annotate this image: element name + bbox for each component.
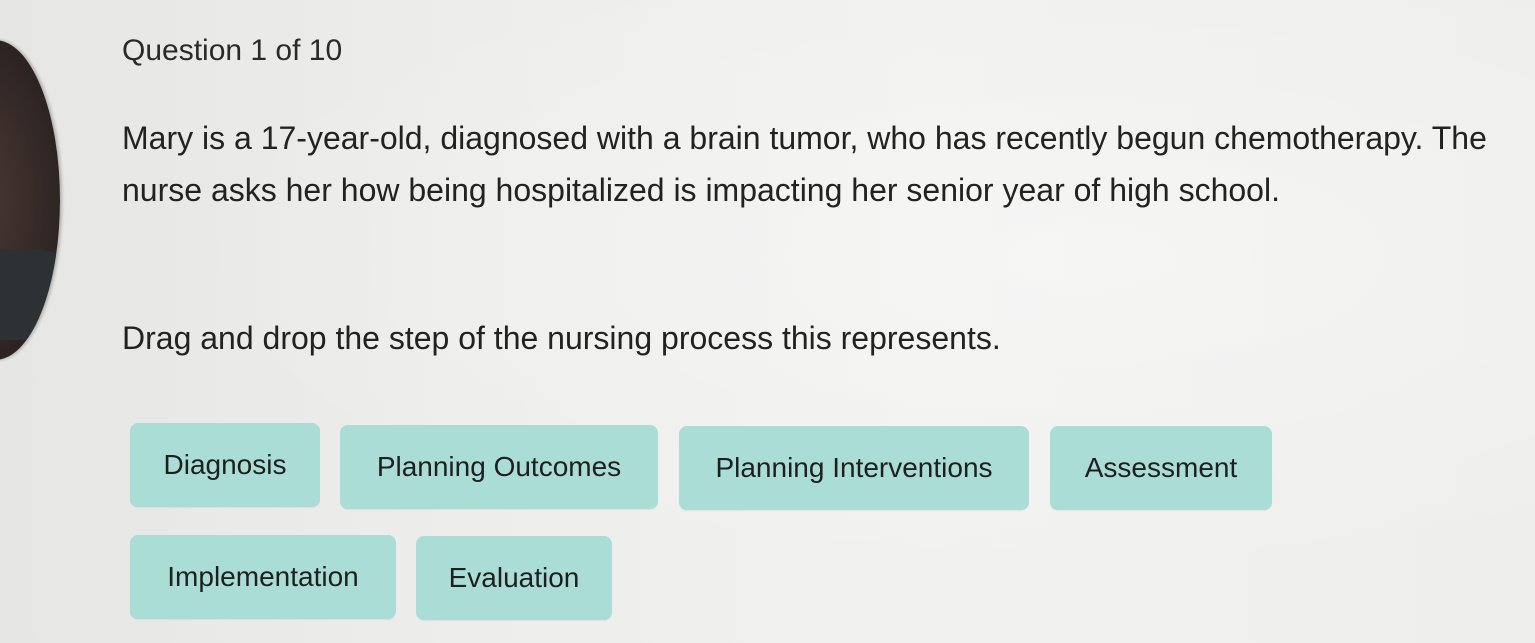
question-counter: Question 1 of 10 — [122, 34, 343, 67]
avatar — [0, 40, 60, 360]
option-planning-interventions[interactable]: Planning Interventions — [679, 426, 1029, 510]
option-planning-outcomes[interactable]: Planning Outcomes — [340, 425, 658, 509]
instruction-text: Drag and drop the step of the nursing pr… — [122, 320, 1001, 356]
option-evaluation[interactable]: Evaluation — [416, 536, 612, 620]
option-implementation[interactable]: Implementation — [130, 535, 396, 619]
option-diagnosis[interactable]: Diagnosis — [130, 423, 320, 507]
question-text: Mary is a 17-year-old, diagnosed with a … — [122, 120, 1487, 208]
option-assessment[interactable]: Assessment — [1050, 426, 1272, 510]
